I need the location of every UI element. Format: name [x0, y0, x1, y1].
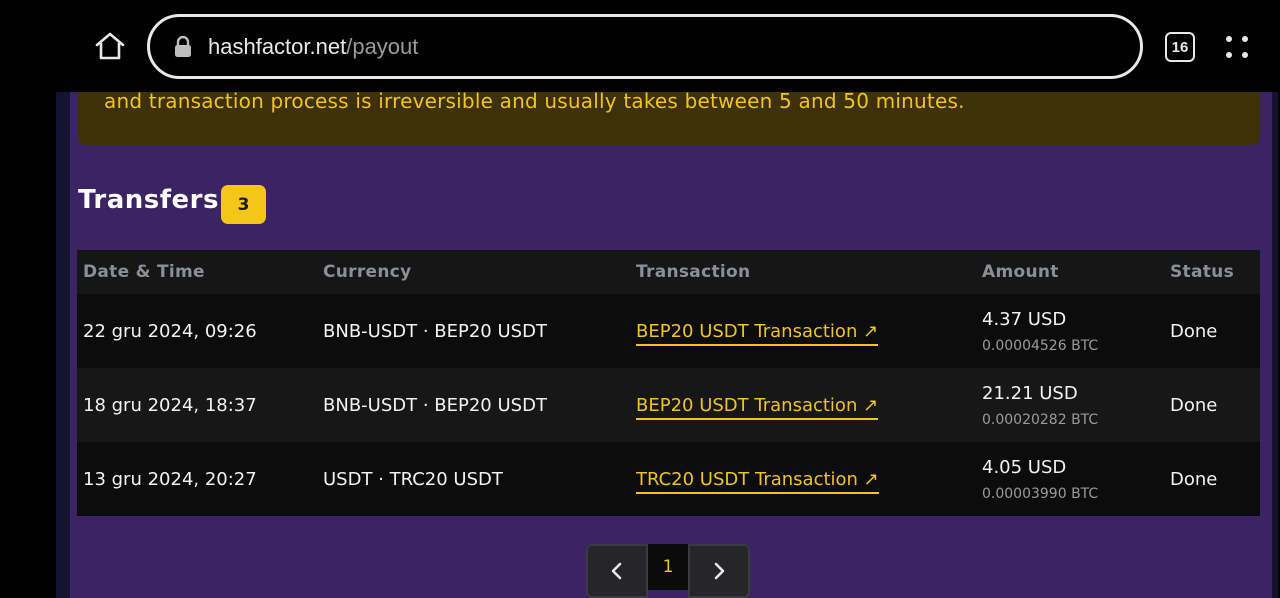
cell-amount: 4.05 USD 0.00003990 BTC	[976, 442, 1164, 516]
transfers-heading: Transfers	[78, 185, 219, 215]
table-row: 18 gru 2024, 18:37 BNB-USDT · BEP20 USDT…	[77, 368, 1260, 442]
next-page-button[interactable]	[688, 544, 750, 598]
amount-btc: 0.00004526 BTC	[982, 337, 1099, 354]
column-header-amount: Amount	[982, 262, 1059, 282]
transaction-link[interactable]: TRC20 USDT Transaction ↗	[636, 468, 879, 494]
browser-toolbar: hashfactor.net/payout 16	[0, 0, 1280, 92]
amount-btc: 0.00020282 BTC	[982, 411, 1099, 428]
amount-usd: 21.21 USD	[982, 382, 1078, 404]
page-number-current[interactable]: 1	[648, 544, 688, 590]
page-content: and transaction process is irreversible …	[0, 89, 1280, 598]
cell-date: 18 gru 2024, 18:37	[83, 394, 257, 416]
notice-box: and transaction process is irreversible …	[78, 89, 1260, 145]
cell-currency: BNB-USDT · BEP20 USDT	[323, 394, 547, 416]
column-header-date: Date & Time	[83, 262, 205, 282]
cell-status: Done	[1170, 394, 1218, 416]
address-bar[interactable]: hashfactor.net/payout	[147, 14, 1143, 79]
transaction-link[interactable]: BEP20 USDT Transaction ↗	[636, 394, 879, 420]
pagination: 1	[586, 544, 750, 598]
cell-date: 13 gru 2024, 20:27	[83, 468, 257, 490]
url-text: hashfactor.net/payout	[208, 34, 418, 60]
amount-btc: 0.00003990 BTC	[982, 485, 1099, 502]
home-icon[interactable]	[90, 26, 130, 66]
cell-amount: 4.37 USD 0.00004526 BTC	[976, 294, 1164, 368]
cell-transaction: BEP20 USDT Transaction ↗	[630, 368, 976, 442]
url-path: /payout	[346, 33, 419, 59]
tab-switcher-button[interactable]: 16	[1165, 32, 1195, 62]
cell-status: Done	[1170, 320, 1218, 342]
cell-date: 22 gru 2024, 09:26	[83, 320, 257, 342]
transaction-link[interactable]: BEP20 USDT Transaction ↗	[636, 320, 879, 346]
chevron-right-icon	[714, 562, 725, 580]
table-row: 22 gru 2024, 09:26 BNB-USDT · BEP20 USDT…	[77, 294, 1260, 368]
column-header-transaction: Transaction	[636, 262, 751, 282]
cell-transaction: BEP20 USDT Transaction ↗	[630, 294, 976, 368]
transfers-count-badge: 3	[221, 185, 266, 224]
notice-text: and transaction process is irreversible …	[104, 89, 965, 113]
cell-transaction: TRC20 USDT Transaction ↗	[630, 442, 976, 516]
cell-currency: BNB-USDT · BEP20 USDT	[323, 320, 547, 342]
table-header-row: Date & Time Currency Transaction Amount …	[77, 250, 1260, 294]
cell-amount: 21.21 USD 0.00020282 BTC	[976, 368, 1164, 442]
column-header-status: Status	[1170, 262, 1234, 282]
prev-page-button[interactable]	[586, 544, 648, 598]
lock-icon	[172, 35, 194, 59]
url-host: hashfactor.net	[208, 33, 347, 59]
transfers-table: Date & Time Currency Transaction Amount …	[77, 250, 1260, 516]
cell-status: Done	[1170, 468, 1218, 490]
cell-currency: USDT · TRC20 USDT	[323, 468, 503, 490]
table-row: 13 gru 2024, 20:27 USDT · TRC20 USDT TRC…	[77, 442, 1260, 516]
amount-usd: 4.05 USD	[982, 456, 1067, 478]
amount-usd: 4.37 USD	[982, 308, 1067, 330]
column-header-currency: Currency	[323, 262, 412, 282]
chevron-left-icon	[611, 562, 622, 580]
kebab-menu-icon[interactable]	[1222, 34, 1252, 62]
